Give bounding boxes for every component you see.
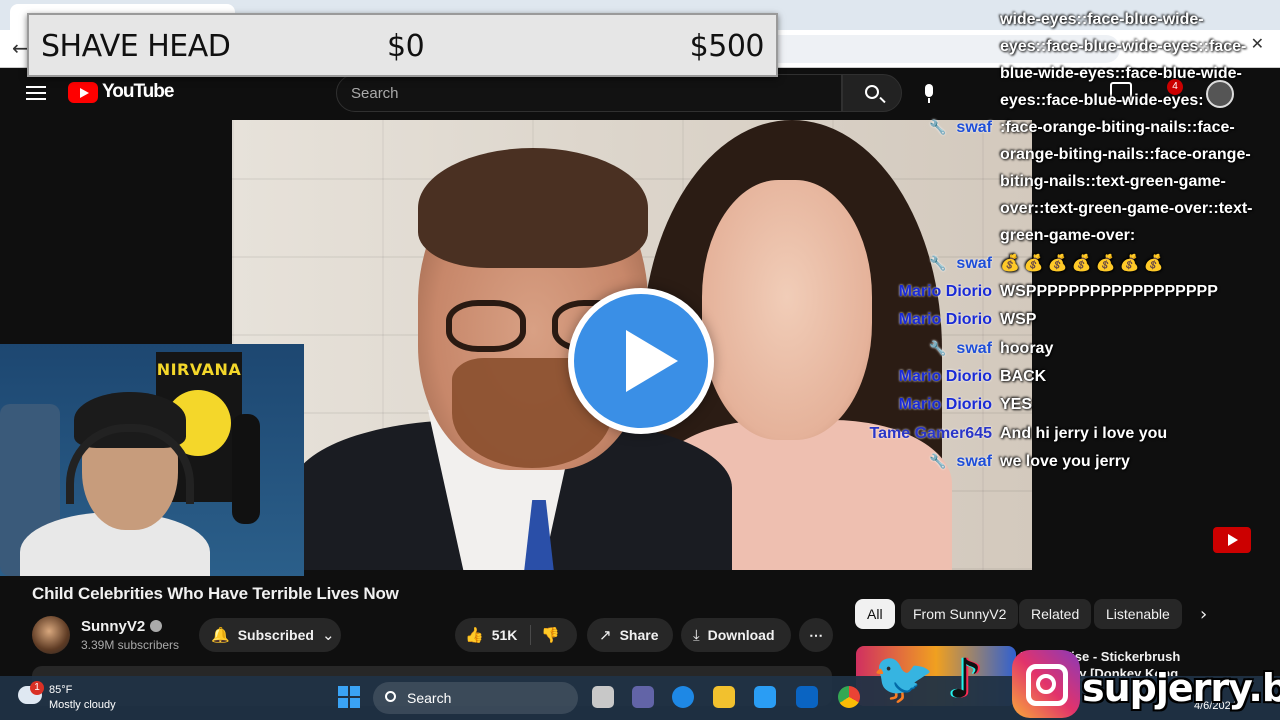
search-input[interactable] bbox=[337, 75, 841, 111]
social-handle: supjerry.b bbox=[1082, 666, 1280, 710]
search-box bbox=[336, 74, 842, 112]
channel-avatar[interactable] bbox=[32, 616, 70, 654]
wrench-icon: 🔧 bbox=[928, 341, 947, 357]
chat-message-text: BACK bbox=[1000, 368, 1047, 385]
chat-username: 🔧 swaf bbox=[928, 255, 992, 272]
wrench-icon: 🔧 bbox=[928, 256, 947, 272]
chevron-down-icon: ⌄ bbox=[321, 626, 335, 644]
youtube-logo[interactable]: YouTube bbox=[68, 81, 174, 103]
channel-name[interactable]: SunnyV2 bbox=[81, 618, 163, 635]
goal-target-amount: $500 bbox=[689, 29, 765, 64]
screen: ← ✕ YouTube 4 bbox=[0, 0, 1280, 720]
teams-icon[interactable] bbox=[632, 686, 654, 708]
divider bbox=[530, 625, 531, 645]
chat-message-text: WSP bbox=[1000, 311, 1037, 328]
menu-icon[interactable] bbox=[26, 86, 46, 100]
chat-message-text: :face-orange-biting-nails::face-orange-b… bbox=[1000, 119, 1253, 244]
wrench-icon: 🔧 bbox=[928, 120, 947, 136]
goal-title: SHAVE HEAD bbox=[41, 29, 231, 64]
subscriber-count: 3.39M subscribers bbox=[81, 638, 180, 652]
like-count[interactable]: 51K bbox=[492, 627, 518, 643]
chat-username: Mario Diorio bbox=[898, 396, 992, 413]
mail-icon[interactable] bbox=[796, 686, 818, 708]
chat-username: 🔧 swaf bbox=[928, 119, 992, 136]
chat-message-text: WSPPPPPPPPPPPPPPPPPP bbox=[1000, 283, 1218, 300]
chrome-icon[interactable] bbox=[838, 686, 860, 708]
more-actions-button[interactable]: ⋯ bbox=[799, 618, 833, 652]
file-explorer-icon[interactable] bbox=[713, 686, 735, 708]
windows-start-icon[interactable] bbox=[338, 686, 360, 708]
chat-username: Tame Gamer645 bbox=[869, 425, 992, 442]
logo-text: YouTube bbox=[102, 81, 174, 102]
donation-goal-overlay: SHAVE HEAD $0 $500 bbox=[27, 13, 778, 77]
tiktok-logo-icon: ♪ bbox=[948, 647, 983, 710]
taskbar-search[interactable]: Search bbox=[373, 682, 578, 714]
goal-current-amount: $0 bbox=[387, 29, 425, 64]
wrench-icon: 🔧 bbox=[928, 454, 947, 470]
subscribe-watermark-icon[interactable] bbox=[1213, 527, 1251, 553]
weather-description[interactable]: Mostly cloudy bbox=[49, 699, 116, 711]
store-icon[interactable] bbox=[754, 686, 776, 708]
thumbs-up-icon[interactable]: 👍 bbox=[465, 626, 484, 644]
chevron-right-icon[interactable]: › bbox=[1200, 604, 1207, 625]
share-icon: ↗ bbox=[599, 626, 612, 644]
subscribed-button[interactable]: 🔔 Subscribed ⌄ bbox=[199, 618, 341, 652]
thumbs-down-icon[interactable]: 👎 bbox=[541, 626, 560, 644]
chip-all[interactable]: All bbox=[855, 599, 895, 629]
download-button[interactable]: ⤓ Download bbox=[681, 618, 791, 652]
chat-username: Mario Diorio bbox=[898, 283, 992, 300]
chat-overlay: wide-eyes::face-blue-wide-eyes::face-blu… bbox=[840, 0, 1280, 480]
chat-username: 🔧 swaf bbox=[928, 340, 992, 357]
webcam-feed: NIRVANA bbox=[0, 344, 304, 576]
chat-message-text: wide-eyes::face-blue-wide-eyes::face-blu… bbox=[1000, 11, 1247, 109]
task-view-icon[interactable] bbox=[592, 686, 614, 708]
play-button[interactable] bbox=[568, 288, 714, 434]
share-button[interactable]: ↗ Share bbox=[587, 618, 673, 652]
chat-message-text: And hi jerry i love you bbox=[1000, 425, 1168, 442]
chat-username: Mario Diorio bbox=[898, 311, 992, 328]
microphone-stand bbox=[232, 414, 260, 524]
verified-icon bbox=[150, 620, 163, 632]
chip-listenable[interactable]: Listenable bbox=[1094, 599, 1182, 629]
chip-from-channel[interactable]: From SunnyV2 bbox=[901, 599, 1019, 629]
chat-message-text: we love you jerry bbox=[1000, 453, 1130, 470]
instagram-logo-icon bbox=[1012, 650, 1080, 718]
youtube-play-logo-icon bbox=[68, 81, 98, 103]
like-dislike-group: 👍 51K 👎 bbox=[455, 618, 577, 652]
chat-username: Mario Diorio bbox=[898, 368, 992, 385]
weather-temperature[interactable]: 85°F bbox=[49, 684, 72, 696]
chat-message-text: 💰💰💰💰💰💰💰 bbox=[1000, 255, 1168, 272]
search-icon bbox=[385, 691, 396, 702]
chat-username: 🔧 swaf bbox=[928, 453, 992, 470]
weather-alert-badge: 1 bbox=[30, 681, 44, 695]
chip-related[interactable]: Related bbox=[1019, 599, 1092, 629]
chat-message-text: hooray bbox=[1000, 340, 1054, 357]
chat-message-text: YES bbox=[1000, 396, 1033, 413]
edge-icon[interactable] bbox=[672, 686, 694, 708]
video-title: Child Celebrities Who Have Terrible Live… bbox=[32, 584, 399, 603]
bell-icon: 🔔 bbox=[211, 626, 230, 644]
download-icon: ⤓ bbox=[693, 626, 700, 644]
twitter-logo-icon: 🐦 bbox=[872, 649, 935, 707]
